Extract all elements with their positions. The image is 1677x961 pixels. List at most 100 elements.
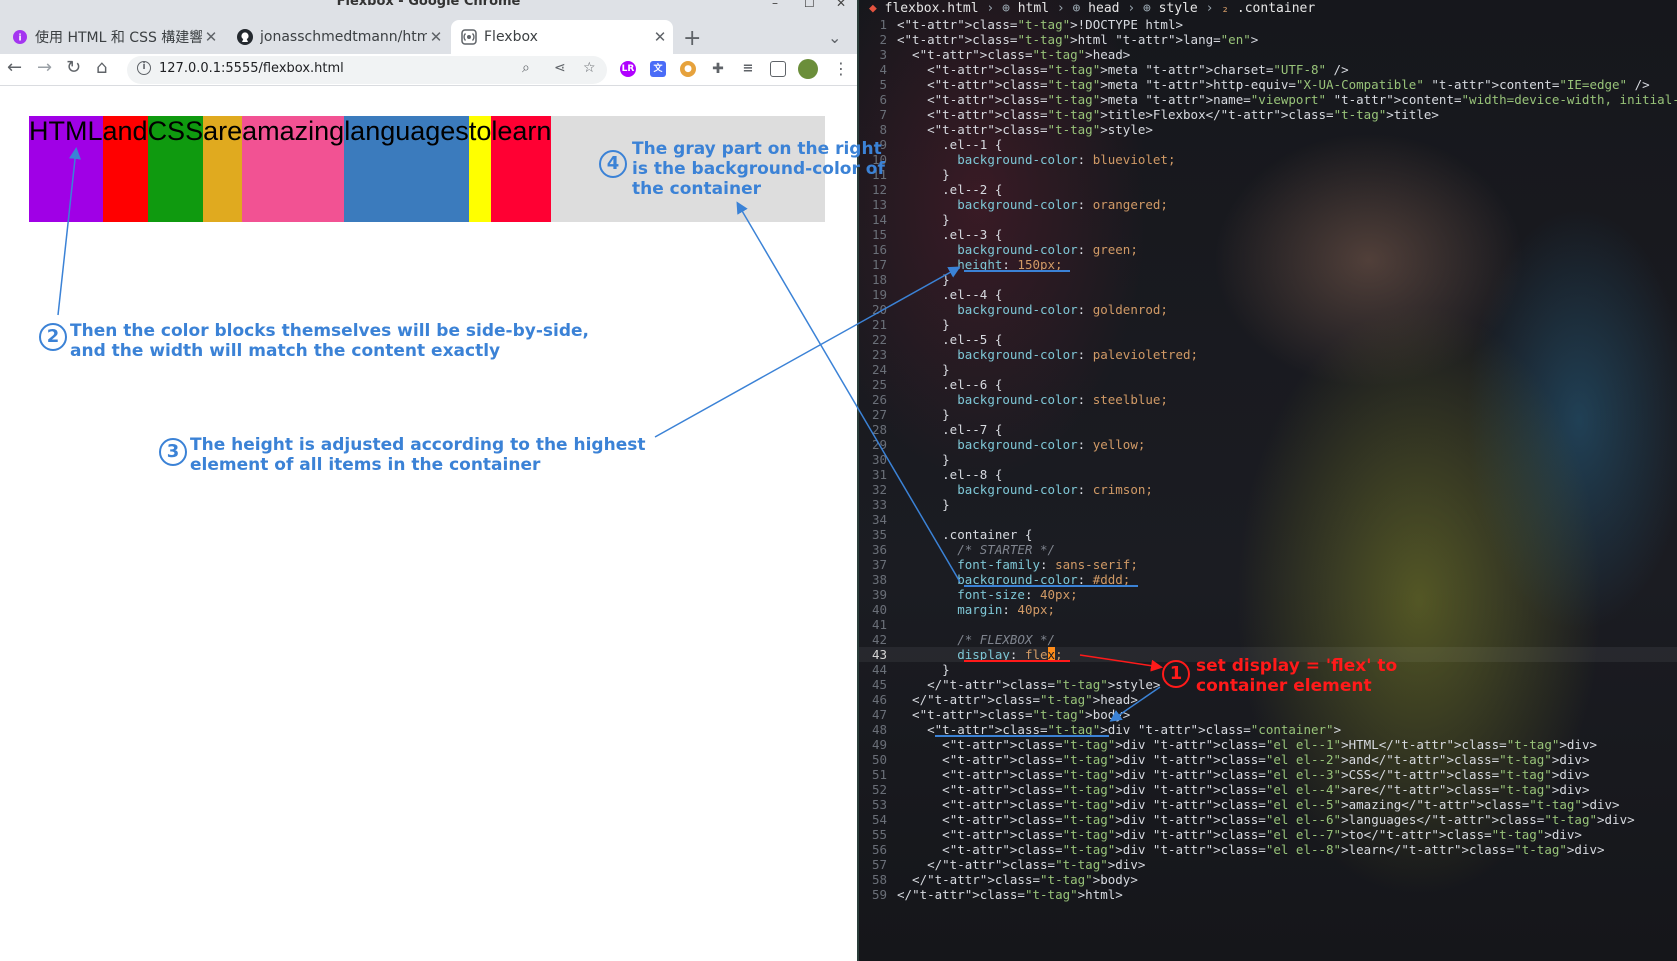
code-line[interactable]: 16 background-color: green; — [859, 242, 1677, 257]
code-line[interactable]: 6 <"t-attr">class="t-tag">meta "t-attr">… — [859, 92, 1677, 107]
line-text[interactable]: background-color: goldenrod; — [897, 302, 1168, 317]
extension-lr-icon[interactable]: LR — [620, 61, 636, 77]
line-text[interactable]: <"t-attr">class="t-tag">html "t-attr">la… — [897, 32, 1258, 47]
code-line[interactable]: 19 .el--4 { — [859, 287, 1677, 302]
line-text[interactable]: <"t-attr">class="t-tag">meta "t-attr">ch… — [897, 62, 1349, 77]
code-line[interactable]: 59 </"t-attr">class="t-tag">html> — [859, 887, 1677, 902]
line-text[interactable]: } — [897, 317, 950, 332]
code-line[interactable]: 28 .el--7 { — [859, 422, 1677, 437]
code-line[interactable]: 51 <"t-attr">class="t-tag">div "t-attr">… — [859, 767, 1677, 782]
code-line[interactable]: 56 <"t-attr">class="t-tag">div "t-attr">… — [859, 842, 1677, 857]
tab-close-icon[interactable]: ✕ — [651, 28, 669, 46]
code-line[interactable]: 2 <"t-attr">class="t-tag">html "t-attr">l… — [859, 32, 1677, 47]
chevron-down-icon[interactable]: ⌄ — [828, 28, 841, 47]
line-text[interactable]: } — [897, 212, 950, 227]
code-line[interactable]: 27 } — [859, 407, 1677, 422]
code-line[interactable]: 9 .el--1 { — [859, 137, 1677, 152]
line-text[interactable]: .el--4 { — [897, 287, 1002, 302]
code-line[interactable]: 14 } — [859, 212, 1677, 227]
breadcrumb-file[interactable]: flexbox.html — [885, 1, 979, 16]
code-line[interactable]: 49 <"t-attr">class="t-tag">div "t-attr">… — [859, 737, 1677, 752]
site-info-icon[interactable]: i — [137, 61, 151, 75]
line-text[interactable]: .el--8 { — [897, 467, 1002, 482]
code-line[interactable]: 35 .container { — [859, 527, 1677, 542]
line-text[interactable]: </"t-attr">class="t-tag">html> — [897, 887, 1123, 902]
line-text[interactable]: </"t-attr">class="t-tag">div> — [897, 857, 1145, 872]
forward-icon[interactable]: → — [37, 57, 52, 78]
line-text[interactable]: font-size: 40px; — [897, 587, 1077, 602]
reload-icon[interactable]: ↻ — [66, 57, 81, 78]
code-line[interactable]: 10 background-color: blueviolet; — [859, 152, 1677, 167]
line-text[interactable]: background-color: orangered; — [897, 197, 1168, 212]
code-line[interactable]: 30 } — [859, 452, 1677, 467]
line-text[interactable]: </"t-attr">class="t-tag">style> — [897, 677, 1160, 692]
line-text[interactable]: <"t-attr">class="t-tag">!DOCTYPE html> — [897, 17, 1183, 32]
breadcrumb-style[interactable]: style — [1159, 1, 1198, 16]
side-panel-icon[interactable] — [770, 61, 786, 77]
code-line[interactable]: 58 </"t-attr">class="t-tag">body> — [859, 872, 1677, 887]
code-line[interactable]: 40 margin: 40px; — [859, 602, 1677, 617]
line-text[interactable]: .el--6 { — [897, 377, 1002, 392]
code-line[interactable]: 8 <"t-attr">class="t-tag">style> — [859, 122, 1677, 137]
code-line[interactable]: 3 <"t-attr">class="t-tag">head> — [859, 47, 1677, 62]
code-line[interactable]: 20 background-color: goldenrod; — [859, 302, 1677, 317]
code-line[interactable]: 33 } — [859, 497, 1677, 512]
line-text[interactable]: .container { — [897, 527, 1032, 542]
line-text[interactable]: <"t-attr">class="t-tag">div "t-attr">cla… — [897, 812, 1635, 827]
line-text[interactable]: <"t-attr">class="t-tag">title>Flexbox</"… — [897, 107, 1439, 122]
code-line[interactable]: 15 .el--3 { — [859, 227, 1677, 242]
line-text[interactable]: } — [897, 362, 950, 377]
line-text[interactable]: </"t-attr">class="t-tag">head> — [897, 692, 1138, 707]
line-text[interactable]: .el--7 { — [897, 422, 1002, 437]
code-line[interactable]: 23 background-color: palevioletred; — [859, 347, 1677, 362]
code-line[interactable]: 47 <"t-attr">class="t-tag">body> — [859, 707, 1677, 722]
code-line[interactable]: 25 .el--6 { — [859, 377, 1677, 392]
code-line[interactable]: 53 <"t-attr">class="t-tag">div "t-attr">… — [859, 797, 1677, 812]
line-text[interactable]: <"t-attr">class="t-tag">div "t-attr">cla… — [897, 842, 1604, 857]
breadcrumb-html[interactable]: html — [1018, 1, 1049, 16]
code-line[interactable]: 54 <"t-attr">class="t-tag">div "t-attr">… — [859, 812, 1677, 827]
code-line[interactable]: 39 font-size: 40px; — [859, 587, 1677, 602]
line-text[interactable]: margin: 40px; — [897, 602, 1055, 617]
line-text[interactable]: } — [897, 167, 950, 182]
code-line[interactable]: 18 } — [859, 272, 1677, 287]
line-text[interactable]: font-family: sans-serif; — [897, 557, 1138, 572]
line-text[interactable]: <"t-attr">class="t-tag">div "t-attr">cla… — [897, 752, 1589, 767]
code-line[interactable]: 1 <"t-attr">class="t-tag">!DOCTYPE html> — [859, 17, 1677, 32]
tab-github[interactable]: jonasschmedtmann/html ✕ — [227, 20, 449, 54]
line-text[interactable]: .el--2 { — [897, 182, 1002, 197]
line-text[interactable]: } — [897, 272, 950, 287]
line-text[interactable]: /* FLEXBOX */ — [897, 632, 1055, 647]
media-queue-icon[interactable]: ≡ — [740, 61, 756, 77]
tab-udemy[interactable]: i 使用 HTML 和 CSS 構建響應 ✕ — [2, 20, 224, 54]
line-text[interactable]: <"t-attr">class="t-tag">body> — [897, 707, 1130, 722]
line-text[interactable]: background-color: yellow; — [897, 437, 1145, 452]
line-text[interactable]: background-color: palevioletred; — [897, 347, 1198, 362]
line-text[interactable]: .el--1 { — [897, 137, 1002, 152]
code-line[interactable]: 57 </"t-attr">class="t-tag">div> — [859, 857, 1677, 872]
code-line[interactable]: 21 } — [859, 317, 1677, 332]
tab-close-icon[interactable]: ✕ — [427, 28, 445, 46]
breadcrumb-container[interactable]: .container — [1237, 1, 1315, 16]
more-menu-icon[interactable]: ⋮ — [833, 59, 849, 78]
code-line[interactable]: 50 <"t-attr">class="t-tag">div "t-attr">… — [859, 752, 1677, 767]
code-line[interactable]: 41 — [859, 617, 1677, 632]
url-text[interactable]: 127.0.0.1:5555/flexbox.html — [159, 61, 344, 76]
cookie-icon[interactable]: ● — [680, 61, 696, 77]
code-line[interactable]: 36 /* STARTER */ — [859, 542, 1677, 557]
line-text[interactable]: .el--3 { — [897, 227, 1002, 242]
line-text[interactable]: .el--5 { — [897, 332, 1002, 347]
code-line[interactable]: 34 — [859, 512, 1677, 527]
line-text[interactable]: </"t-attr">class="t-tag">body> — [897, 872, 1138, 887]
line-text[interactable]: } — [897, 407, 950, 422]
line-text[interactable]: } — [897, 662, 950, 677]
line-text[interactable]: <"t-attr">class="t-tag">div "t-attr">cla… — [897, 782, 1589, 797]
line-text[interactable]: } — [897, 452, 950, 467]
code-line[interactable]: 12 .el--2 { — [859, 182, 1677, 197]
code-line[interactable]: 7 <"t-attr">class="t-tag">title>Flexbox<… — [859, 107, 1677, 122]
close-window-button[interactable]: ✕ — [836, 0, 846, 10]
line-text[interactable]: <"t-attr">class="t-tag">div "t-attr">cla… — [897, 797, 1619, 812]
code-line[interactable]: 32 background-color: crimson; — [859, 482, 1677, 497]
line-text[interactable]: <"t-attr">class="t-tag">div "t-attr">cla… — [897, 767, 1589, 782]
code-line[interactable]: 42 /* FLEXBOX */ — [859, 632, 1677, 647]
